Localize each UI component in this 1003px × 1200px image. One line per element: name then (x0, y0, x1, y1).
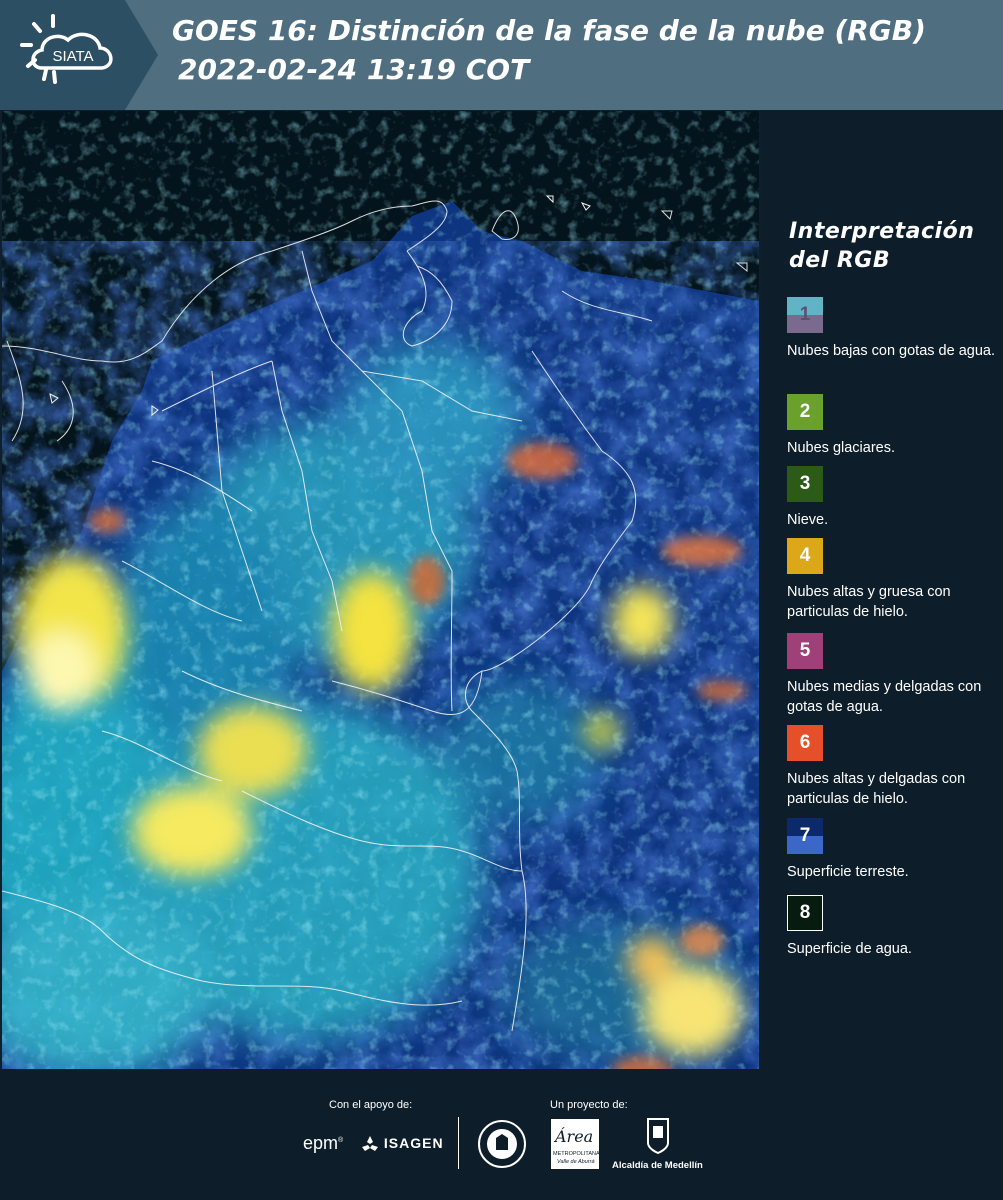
legend-panel: Interpretación del RGB 1 Nubes bajas con… (761, 111, 1003, 1069)
universidad-seal-icon (478, 1120, 526, 1168)
legend-swatch-4: 4 (787, 538, 823, 574)
siata-logo-icon: SIATA (0, 0, 158, 110)
satellite-image (2, 111, 759, 1069)
isagen-logo: ISAGEN (361, 1135, 444, 1153)
footer: Con el apoyo de: Un proyecto de: epm® IS… (0, 1069, 1003, 1200)
legend-item-2: 2 Nubes glaciares. (787, 394, 997, 458)
legend-swatch-1: 1 (787, 297, 823, 333)
legend-swatch-2: 2 (787, 394, 823, 430)
project-caption: Un proyecto de: (550, 1099, 628, 1111)
area-logo-mark: Área (555, 1127, 594, 1146)
legend-label-7: Superficie terreste. (787, 864, 909, 880)
legend-item-8: 8 Superficie de agua. (787, 895, 997, 959)
legend-item-4: 4 Nubes altas y gruesa con particulas de… (787, 538, 997, 622)
map-timestamp: 2022-02-24 13:19 COT (178, 53, 530, 86)
legend-swatch-5: 5 (787, 633, 823, 669)
area-metropolitana-logo: Área METROPOLITANA Valle de Aburrá (551, 1119, 600, 1169)
isagen-icon (362, 1136, 378, 1152)
epm-logo: epm® (303, 1133, 344, 1153)
legend-swatch-6: 6 (787, 725, 823, 761)
footer-divider (458, 1117, 459, 1169)
legend-swatch-7: 7 (787, 818, 823, 854)
legend-label-5: Nubes medias y delgadas con gotas de agu… (787, 679, 982, 715)
svg-text:SIATA: SIATA (52, 48, 93, 65)
legend-label-3: Nieve. (787, 512, 829, 528)
header-bar: SIATA GOES 16: Distinción de la fase de … (0, 0, 1003, 110)
legend-title: Interpretación del RGB (789, 219, 975, 273)
legend-label-4: Nubes altas y gruesa con particulas de h… (787, 584, 951, 620)
rgb-satellite-render (2, 111, 759, 1069)
siata-logo: SIATA (0, 0, 158, 110)
legend-swatch-8: 8 (787, 895, 823, 931)
map-title: GOES 16: Distinción de la fase de la nub… (172, 14, 926, 47)
support-caption: Con el apoyo de: (329, 1099, 413, 1111)
legend-label-8: Superficie de agua. (787, 941, 912, 957)
legend-item-6: 6 Nubes altas y delgadas con particulas … (787, 725, 997, 809)
legend-item-3: 3 Nieve. (787, 466, 997, 530)
legend-item-5: 5 Nubes medias y delgadas con gotas de a… (787, 633, 997, 717)
legend-item-1: 1 Nubes bajas con gotas de agua. (787, 297, 997, 361)
alcaldia-shield-icon (647, 1118, 669, 1155)
legend-swatch-3: 3 (787, 466, 823, 502)
legend-item-7: 7 Superficie terreste. (787, 818, 997, 882)
alcaldia-label: Alcaldía de Medellín (612, 1160, 703, 1171)
legend-label-1: Nubes bajas con gotas de agua. (787, 343, 995, 359)
legend-label-6: Nubes altas y delgadas con particulas de… (787, 771, 966, 807)
legend-label-2: Nubes glaciares. (787, 440, 895, 456)
